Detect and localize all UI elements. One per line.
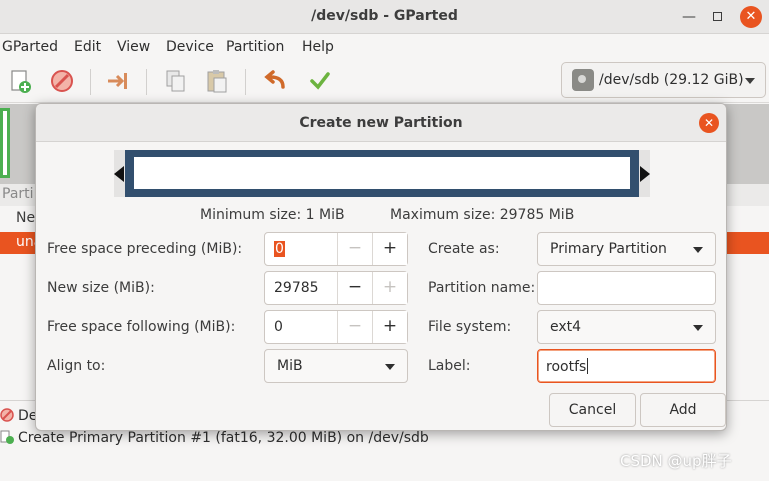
- maximum-size-label: Maximum size: 29785 MiB: [390, 207, 575, 223]
- partition-fill: [134, 157, 630, 189]
- watermark: CSDN @up胖子: [620, 452, 732, 470]
- menu-help[interactable]: Help: [302, 39, 334, 55]
- text-caret: [587, 358, 589, 374]
- align-to-select[interactable]: MiB: [264, 349, 408, 383]
- free-following-value[interactable]: 0: [274, 319, 283, 335]
- partition-name-input[interactable]: [537, 271, 716, 305]
- free-following-spinner[interactable]: 0 − +: [264, 310, 408, 344]
- fs-label-input[interactable]: rootfs: [537, 349, 716, 383]
- new-size-label: New size (MiB):: [47, 280, 155, 296]
- free-following-increment-button[interactable]: +: [372, 311, 407, 343]
- chevron-down-icon: [693, 325, 703, 331]
- create-partition-dialog: Create new Partition ✕ Minimum size: 1 M…: [35, 103, 727, 431]
- menu-partition[interactable]: Partition: [226, 39, 284, 55]
- operation-line-create[interactable]: Create Primary Partition #1 (fat16, 32.0…: [0, 430, 429, 446]
- minimum-size-label: Minimum size: 1 MiB: [200, 207, 345, 223]
- free-preceding-value[interactable]: 0: [274, 241, 285, 257]
- window-titlebar: /dev/sdb - GParted — ✕: [0, 0, 769, 34]
- fs-label-text: rootfs: [546, 359, 587, 375]
- menu-edit[interactable]: Edit: [74, 39, 101, 55]
- delete-icon: [0, 408, 14, 422]
- menu-gparted[interactable]: GParted: [2, 39, 58, 55]
- device-selector-value: /dev/sdb (29.12 GiB): [599, 72, 744, 88]
- cancel-button[interactable]: Cancel: [549, 393, 636, 427]
- chevron-down-icon: [745, 78, 755, 84]
- create-as-value: Primary Partition: [550, 241, 667, 257]
- free-preceding-increment-button[interactable]: +: [372, 233, 407, 265]
- align-to-value: MiB: [277, 358, 303, 374]
- align-to-label: Align to:: [47, 358, 106, 374]
- file-system-value: ext4: [550, 319, 582, 335]
- free-preceding-spinner[interactable]: 0 − +: [264, 232, 408, 266]
- new-size-increment-button[interactable]: +: [372, 272, 407, 304]
- new-size-value[interactable]: 29785: [274, 280, 319, 296]
- paste-icon[interactable]: [203, 67, 231, 95]
- add-button[interactable]: Add: [640, 393, 726, 427]
- operation-text: Create Primary Partition #1 (fat16, 32.0…: [18, 430, 429, 446]
- free-following-label: Free space following (MiB):: [47, 319, 236, 335]
- create-as-label: Create as:: [428, 241, 500, 257]
- dialog-titlebar: Create new Partition ✕: [36, 104, 726, 142]
- new-size-decrement-button[interactable]: −: [337, 272, 372, 304]
- create-as-select[interactable]: Primary Partition: [537, 232, 716, 266]
- resize-move-icon[interactable]: [104, 67, 132, 95]
- partition-name-label: Partition name:: [428, 280, 536, 296]
- delete-partition-icon[interactable]: [48, 67, 76, 95]
- free-following-decrement-button[interactable]: −: [337, 311, 372, 343]
- copy-icon[interactable]: [162, 67, 190, 95]
- column-header-partial: Parti: [2, 186, 34, 202]
- disk-icon: [572, 69, 594, 91]
- window-title: /dev/sdb - GParted: [311, 8, 458, 24]
- chevron-down-icon: [385, 364, 395, 370]
- minimize-icon[interactable]: —: [678, 6, 700, 28]
- menu-device[interactable]: Device: [166, 39, 214, 55]
- partition-size-visualizer[interactable]: [114, 150, 650, 197]
- apply-icon[interactable]: [306, 67, 334, 95]
- file-system-select[interactable]: ext4: [537, 310, 716, 344]
- fs-label-value: rootfs: [546, 358, 589, 375]
- free-preceding-label: Free space preceding (MiB):: [47, 241, 243, 257]
- undo-icon[interactable]: [261, 67, 289, 95]
- device-selector[interactable]: /dev/sdb (29.12 GiB): [561, 62, 766, 98]
- partition-graphic[interactable]: [0, 108, 10, 178]
- left-resize-handle[interactable]: [114, 166, 124, 182]
- toolbar-separator: [245, 69, 246, 95]
- file-system-label: File system:: [428, 319, 512, 335]
- window-close-icon[interactable]: ✕: [740, 6, 762, 28]
- fs-label-label: Label:: [428, 358, 471, 374]
- dialog-close-icon[interactable]: ✕: [699, 113, 719, 133]
- toolbar-separator: [146, 69, 147, 95]
- new-size-spinner[interactable]: 29785 − +: [264, 271, 408, 305]
- chevron-down-icon: [693, 247, 703, 253]
- row-partial-new: Ne: [16, 210, 36, 226]
- menubar: GParted Edit View Device Partition Help: [0, 35, 769, 61]
- menu-view[interactable]: View: [117, 39, 150, 55]
- new-partition-icon[interactable]: [6, 67, 34, 95]
- maximize-icon[interactable]: [706, 6, 728, 28]
- dialog-title: Create new Partition: [299, 115, 463, 131]
- toolbar-separator: [90, 69, 91, 95]
- right-resize-handle[interactable]: [640, 166, 650, 182]
- new-partition-icon: [0, 430, 14, 444]
- operation-line-delete[interactable]: De: [0, 408, 37, 424]
- free-preceding-decrement-button[interactable]: −: [337, 233, 372, 265]
